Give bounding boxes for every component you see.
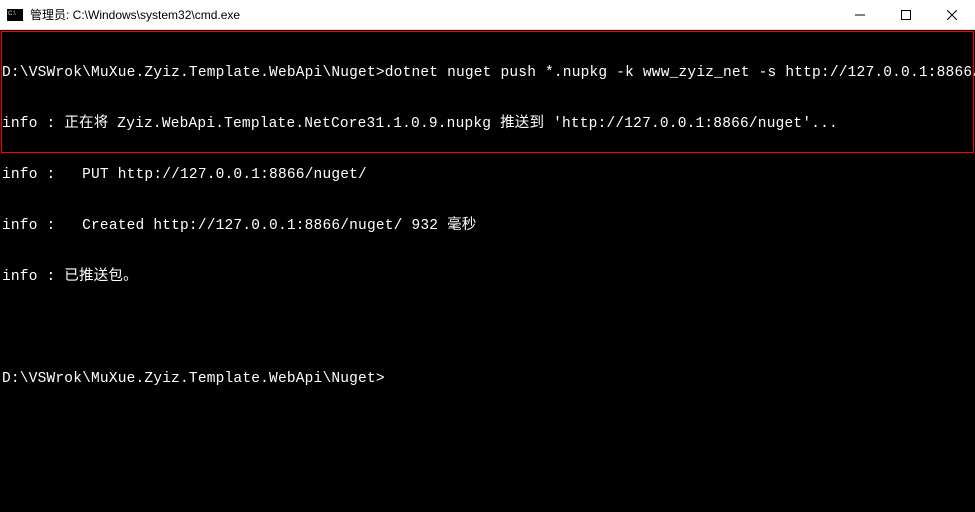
- terminal-line: D:\VSWrok\MuXue.Zyiz.Template.WebApi\Nug…: [2, 371, 973, 388]
- prompt: D:\VSWrok\MuXue.Zyiz.Template.WebApi\Nug…: [2, 371, 385, 387]
- terminal-line: [2, 320, 973, 337]
- window-controls: [837, 0, 975, 29]
- close-button[interactable]: [929, 0, 975, 29]
- terminal-line: info : Created http://127.0.0.1:8866/nug…: [2, 218, 973, 235]
- terminal-area[interactable]: D:\VSWrok\MuXue.Zyiz.Template.WebApi\Nug…: [0, 30, 975, 512]
- titlebar: 管理员: C:\Windows\system32\cmd.exe: [0, 0, 975, 30]
- cmd-icon: [7, 9, 23, 21]
- window-title: 管理员: C:\Windows\system32\cmd.exe: [30, 6, 837, 23]
- prompt: D:\VSWrok\MuXue.Zyiz.Template.WebApi\Nug…: [2, 65, 385, 81]
- terminal-line: info : 正在将 Zyiz.WebApi.Template.NetCore3…: [2, 116, 973, 133]
- maximize-button[interactable]: [883, 0, 929, 29]
- command-text: dotnet nuget push *.nupkg -k www_zyiz_ne…: [385, 65, 975, 81]
- terminal-line: info : 已推送包。: [2, 269, 973, 286]
- terminal-line: info : PUT http://127.0.0.1:8866/nuget/: [2, 167, 973, 184]
- terminal-line: D:\VSWrok\MuXue.Zyiz.Template.WebApi\Nug…: [2, 65, 973, 82]
- terminal-output: D:\VSWrok\MuXue.Zyiz.Template.WebApi\Nug…: [2, 31, 973, 422]
- minimize-button[interactable]: [837, 0, 883, 29]
- cmd-window: 管理员: C:\Windows\system32\cmd.exe D:\VSWr…: [0, 0, 975, 512]
